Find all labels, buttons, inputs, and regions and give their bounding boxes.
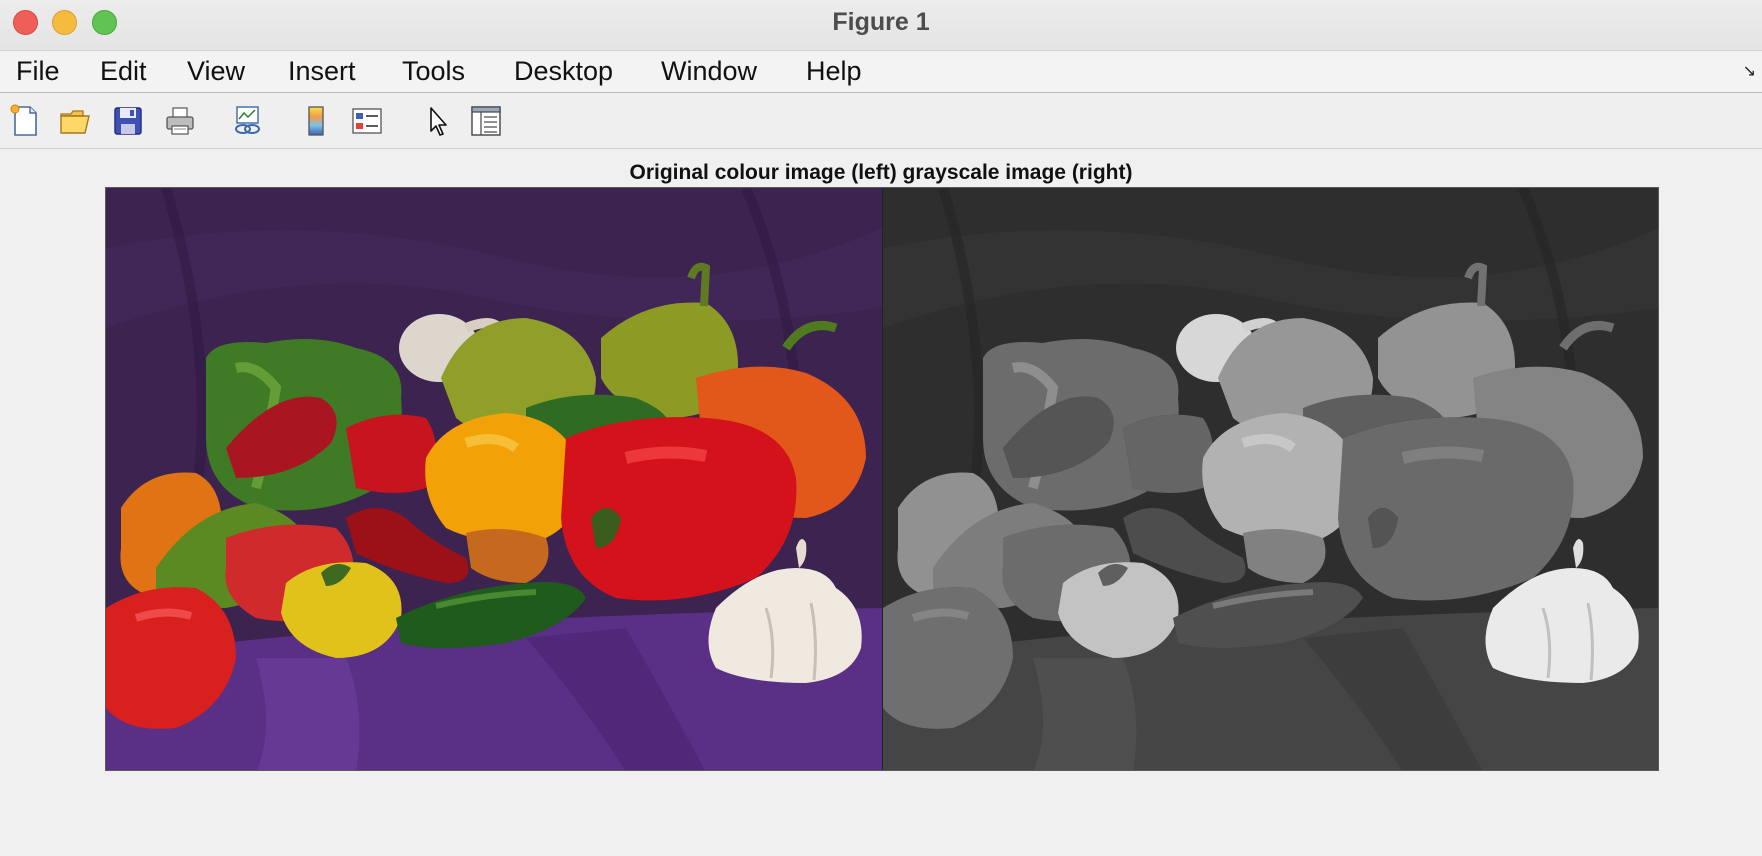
dock-figure-icon[interactable]: ↘ bbox=[1743, 61, 1756, 81]
menu-view[interactable]: View bbox=[187, 55, 245, 87]
matlab-figure-window: Figure 1 File Edit View Insert Tools Des… bbox=[0, 0, 1762, 856]
menu-help[interactable]: Help bbox=[806, 55, 862, 87]
new-figure-icon[interactable] bbox=[8, 104, 42, 138]
menu-tools[interactable]: Tools bbox=[402, 55, 465, 87]
window-title: Figure 1 bbox=[832, 8, 930, 36]
insert-colorbar-icon[interactable] bbox=[299, 104, 333, 138]
property-inspector-icon[interactable] bbox=[469, 104, 503, 138]
menu-strip-rest bbox=[885, 51, 1762, 93]
figure-toolbar bbox=[0, 94, 1762, 149]
menu-edit[interactable]: Edit bbox=[100, 55, 147, 87]
menu-insert[interactable]: Insert bbox=[288, 55, 356, 87]
link-plot-icon[interactable] bbox=[230, 104, 264, 138]
image-canvas bbox=[106, 188, 1659, 771]
menu-file[interactable]: File bbox=[16, 55, 60, 87]
grayscale-image bbox=[883, 188, 1659, 771]
open-file-icon[interactable] bbox=[58, 104, 92, 138]
title-bar: Figure 1 bbox=[0, 0, 1762, 51]
edit-plot-icon[interactable] bbox=[420, 104, 454, 138]
menu-bar: File Edit View Insert Tools Desktop Wind… bbox=[0, 51, 1762, 93]
save-icon[interactable] bbox=[111, 104, 145, 138]
insert-legend-icon[interactable] bbox=[350, 104, 384, 138]
figure-canvas: Original colour image (left) grayscale i… bbox=[0, 149, 1762, 856]
axes-title: Original colour image (left) grayscale i… bbox=[629, 161, 1133, 184]
image-axes[interactable] bbox=[105, 187, 1659, 771]
colour-image bbox=[106, 188, 882, 771]
menu-desktop[interactable]: Desktop bbox=[514, 55, 613, 87]
menu-window[interactable]: Window bbox=[661, 55, 757, 87]
print-icon[interactable] bbox=[163, 104, 197, 138]
